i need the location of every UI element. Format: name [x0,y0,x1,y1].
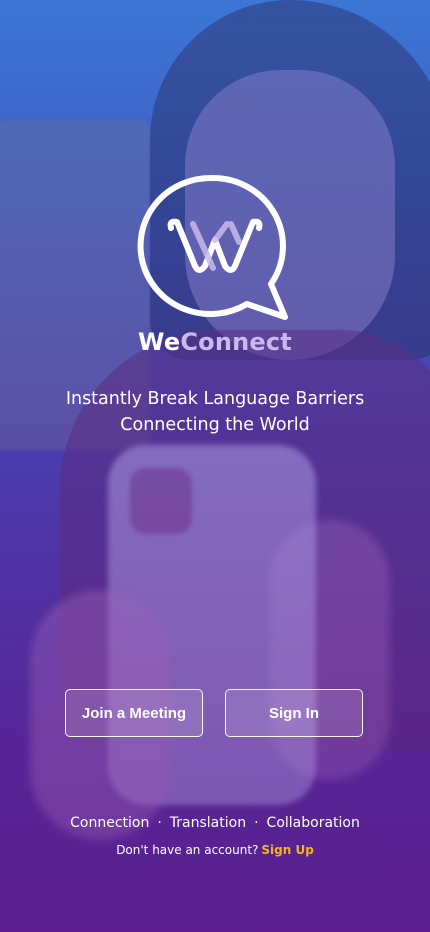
signup-prompt-text: Don't have an account? [116,843,259,857]
tagline: Instantly Break Language Barriers Connec… [0,386,430,438]
feature-translation: Translation [169,815,247,831]
background-overlay [0,0,430,932]
speech-bubble-w-icon [135,172,295,327]
feature-list: Connection · Translation · Collaboration [0,815,430,831]
tagline-line-1: Instantly Break Language Barriers [65,389,365,409]
feature-separator: · [254,815,259,831]
sign-up-link[interactable]: Sign Up [261,843,313,857]
brand-part-we: We [138,328,181,356]
tagline-line-2: Connecting the World [120,415,310,435]
feature-separator: · [157,815,162,831]
join-meeting-button[interactable]: Join a Meeting [65,689,203,737]
sign-in-button[interactable]: Sign In [225,689,363,737]
welcome-screen: WeConnect Instantly Break Language Barri… [0,0,430,932]
brand-part-connect: Connect [180,328,292,356]
brand-wordmark: WeConnect [0,328,430,356]
feature-collaboration: Collaboration [266,815,360,831]
signup-prompt-row: Don't have an account? Sign Up [0,843,430,857]
feature-connection: Connection [70,815,150,831]
